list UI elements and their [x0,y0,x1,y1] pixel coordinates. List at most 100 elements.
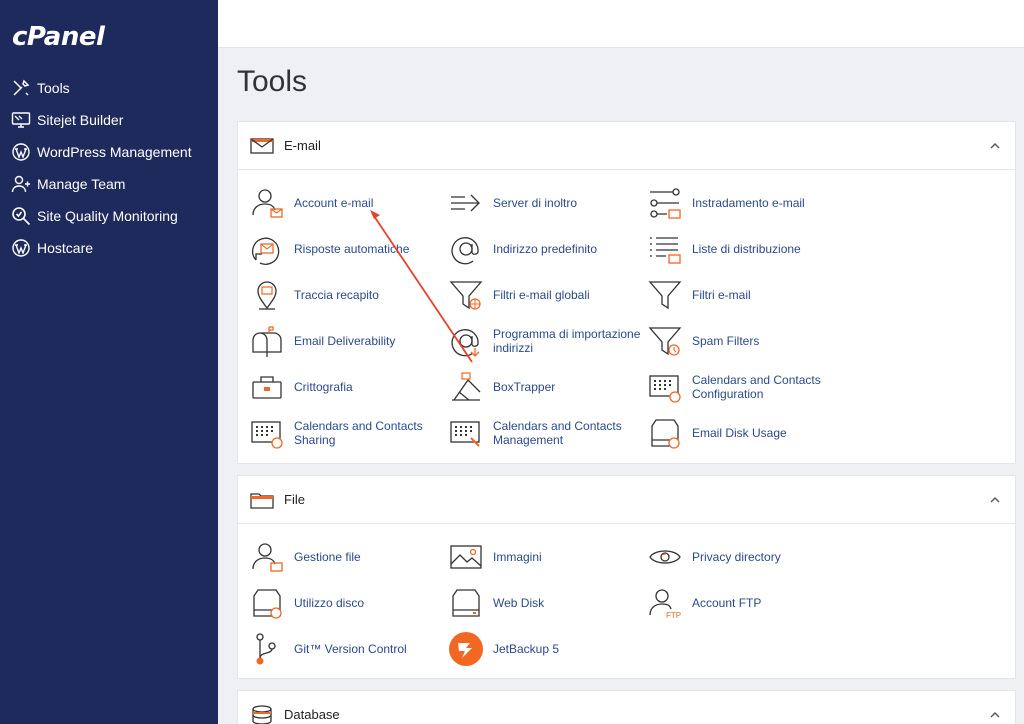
sidebar-item-label: Hostcare [37,240,94,256]
tool-label: BoxTrapper [493,380,556,394]
envelope-icon [250,137,274,154]
import-at-icon [451,329,480,357]
sidebar-item-label: WordPress Management [37,144,192,160]
list-icon [650,237,681,264]
tool-programma-importazione-indirizzi[interactable]: Programma di importazione indirizzi [449,318,643,364]
sidebar-item-manage-team[interactable]: Manage Team [0,168,218,200]
tool-label: Account FTP [692,596,762,610]
lock-case-icon [252,376,282,399]
sidebar-item-label: Site Quality Monitoring [37,208,178,224]
eye-icon [649,550,681,564]
spam-filter-icon [648,327,682,356]
tool-spam-filters[interactable]: Spam Filters [648,318,842,364]
tool-traccia-recapito[interactable]: Traccia recapito [250,272,444,318]
tool-instradamento-email[interactable]: Instradamento e-mail [648,180,842,226]
chevron-up-icon[interactable] [989,494,1001,506]
jetbackup-logo-icon [449,632,483,666]
tool-label: Risposte automatiche [294,242,410,256]
sidebar-nav: Tools Sitejet Builder WordPress Manageme… [0,72,218,264]
tool-label: Programma di importazione indirizzi [493,327,641,355]
tool-filtri-email[interactable]: Filtri e-mail [648,272,842,318]
filter-globe-icon [449,281,483,310]
calendar-at-icon [649,375,681,403]
cpanel-logo[interactable]: cPanel [12,22,105,52]
section-title: File [284,492,305,507]
tool-label: Privacy directory [692,550,781,564]
search-icon [12,207,31,226]
tool-label: Git™ Version Control [294,642,407,656]
disk-usage-icon [253,589,282,619]
tool-account-ftp[interactable]: FTP Account FTP [648,580,842,626]
file-section: File Gestione file Immagini Privacy dire… [237,475,1016,679]
tool-indirizzo-predefinito[interactable]: Indirizzo predefinito [449,226,643,272]
section-title: Database [284,707,340,722]
tool-server-di-inoltro[interactable]: Server di inoltro [449,180,643,226]
sidebar-item-site-quality-monitoring[interactable]: Site Quality Monitoring [0,200,218,232]
tool-gestione-file[interactable]: Gestione file [250,534,444,580]
section-title: E-mail [284,138,321,153]
sidebar-item-wordpress-management[interactable]: WordPress Management [0,136,218,168]
tool-immagini[interactable]: Immagini [449,534,643,580]
tool-label: Email Deliverability [294,334,396,348]
tool-web-disk[interactable]: Web Disk [449,580,643,626]
tool-label: Email Disk Usage [692,426,787,440]
tool-label: Account e-mail [294,196,374,210]
tool-liste-di-distribuzione[interactable]: Liste di distribuzione [648,226,842,272]
user-mail-icon [252,189,283,218]
sidebar-item-label: Sitejet Builder [37,112,124,128]
tool-email-deliverability[interactable]: Email Deliverability [250,318,444,364]
tool-calendars-contacts-configuration[interactable]: Calendars and Contacts Configuration [648,364,842,410]
database-section-header[interactable]: Database [238,691,1015,724]
sidebar-item-sitejet-builder[interactable]: Sitejet Builder [0,104,218,136]
sidebar-item-hostcare[interactable]: Hostcare [0,232,218,264]
folder-icon [250,492,274,509]
tools-icon [13,79,30,96]
sidebar-item-label: Tools [37,80,70,96]
autoresponder-icon [252,237,280,265]
sidebar-item-label: Manage Team [37,176,126,192]
tool-label: Utilizzo disco [294,596,365,610]
tool-label: Instradamento e-mail [692,196,805,210]
tool-label: Web Disk [493,596,545,610]
git-branch-icon [256,633,276,665]
tool-label: Calendars and Contacts Configuration [692,373,821,401]
tool-jetbackup-5[interactable]: JetBackup 5 [449,626,643,672]
tool-label: Calendars and Contacts Sharing [294,419,423,447]
tool-calendars-contacts-sharing[interactable]: Calendars and Contacts Sharing [250,410,444,456]
tool-label: Crittografia [294,380,353,394]
tool-boxtrapper[interactable]: BoxTrapper [449,364,643,410]
tool-filtri-email-globali[interactable]: Filtri e-mail globali [449,272,643,318]
tool-label: Gestione file [294,550,361,564]
wordpress-icon [12,143,30,161]
tool-git-version-control[interactable]: Git™ Version Control [250,626,444,672]
chevron-up-icon[interactable] [989,140,1001,152]
chevron-up-icon[interactable] [989,709,1001,721]
web-disk-icon [452,589,480,617]
at-sign-icon [451,237,479,265]
tool-utilizzo-disco[interactable]: Utilizzo disco [250,580,444,626]
email-section: E-mail Account e-mail Server di inoltro … [237,121,1016,464]
tool-risposte-automatiche[interactable]: Risposte automatiche [250,226,444,272]
database-icon [252,704,272,724]
email-section-header[interactable]: E-mail [238,122,1015,170]
svg-text:FTP: FTP [666,611,681,620]
ftp-user-icon: FTP [649,589,681,620]
monitor-icon [11,112,31,128]
tool-account-email[interactable]: Account e-mail [250,180,444,226]
routing-icon [650,188,681,219]
database-section: Database [237,690,1016,724]
disk-usage-icon [651,419,680,449]
tool-calendars-contacts-management[interactable]: Calendars and Contacts Management [449,410,643,456]
boxtrapper-icon [452,372,481,401]
tool-email-disk-usage[interactable]: Email Disk Usage [648,410,842,456]
tool-privacy-directory[interactable]: Privacy directory [648,534,842,580]
tool-crittografia[interactable]: Crittografia [250,364,444,410]
sidebar-item-tools[interactable]: Tools [0,72,218,104]
location-pin-icon [257,281,277,310]
top-bar [218,0,1024,48]
tool-label: Filtri e-mail [692,288,751,302]
file-section-header[interactable]: File [238,476,1015,524]
tool-label: Indirizzo predefinito [493,242,598,256]
tool-label: Traccia recapito [294,288,379,302]
tool-label: Immagini [493,550,542,564]
